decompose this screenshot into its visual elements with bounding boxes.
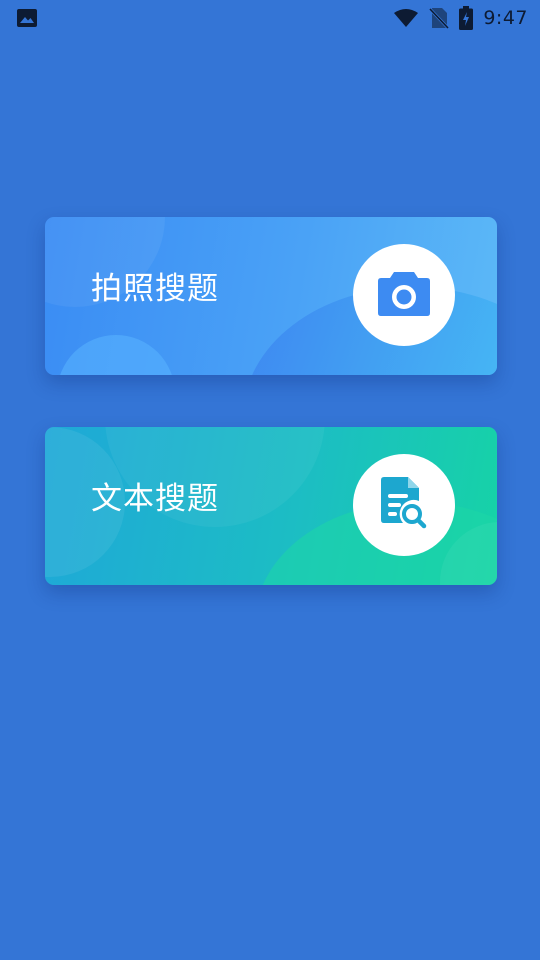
camera-icon — [377, 270, 431, 320]
status-icons: 9:47 — [393, 6, 528, 30]
no-sim-icon — [429, 7, 450, 29]
app-screen: 9:47 拍照搜题 文本搜题 — [0, 0, 540, 960]
battery-charging-icon — [459, 6, 474, 30]
wifi-icon — [393, 8, 419, 28]
status-bar: 9:47 — [0, 0, 540, 36]
image-notification-icon — [16, 8, 38, 28]
photo-search-label: 拍照搜题 — [91, 271, 219, 307]
photo-search-icon-circle[interactable] — [353, 244, 455, 346]
decorative-circle — [57, 335, 175, 375]
text-search-card[interactable]: 文本搜题 — [45, 427, 497, 585]
text-search-label: 文本搜题 — [91, 481, 219, 517]
text-search-icon-circle[interactable] — [353, 454, 455, 556]
document-search-icon — [381, 477, 427, 533]
status-time: 9:47 — [483, 7, 528, 29]
photo-search-card[interactable]: 拍照搜题 — [45, 217, 497, 375]
